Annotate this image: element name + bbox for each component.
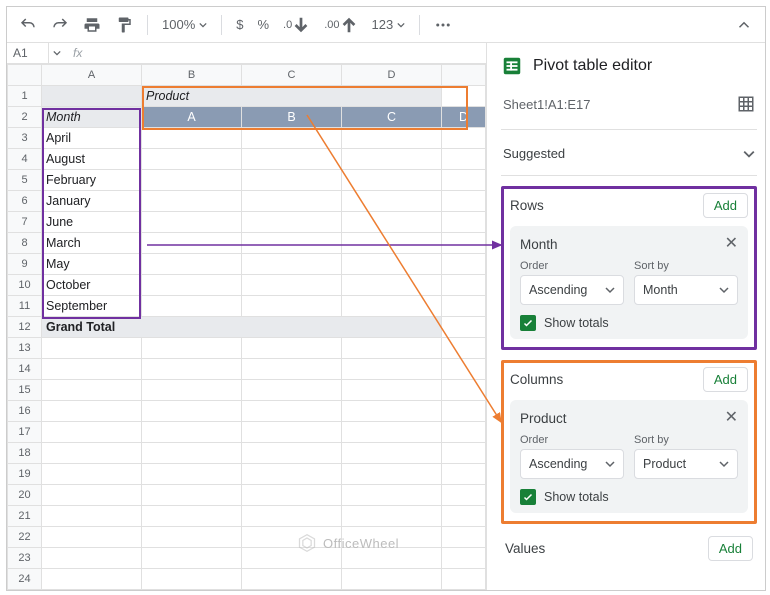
column-field-card: Product ✕ Order Ascending Sort by Produc…	[510, 400, 748, 513]
pivot-row: June	[42, 212, 142, 233]
order-label: Order	[520, 434, 624, 446]
spreadsheet-grid[interactable]: A B C D 1Product 2Month ABCD 3April 4Aug…	[7, 64, 486, 590]
pivot-row: May	[42, 254, 142, 275]
add-value-field-button[interactable]: Add	[708, 536, 753, 561]
suggested-section[interactable]: Suggested	[501, 140, 757, 171]
format-currency-button[interactable]: $	[232, 13, 247, 36]
rows-section: Rows Add Month ✕ Order Ascending S	[501, 186, 757, 350]
row-order-select[interactable]: Ascending	[520, 275, 624, 305]
print-button[interactable]	[79, 12, 105, 38]
more-toolbar-button[interactable]	[430, 12, 456, 38]
remove-column-field-button[interactable]: ✕	[725, 410, 738, 426]
chevron-down-icon	[743, 148, 755, 160]
col-header[interactable]: D	[342, 65, 442, 86]
sortby-label: Sort by	[634, 260, 738, 272]
pivot-row: February	[42, 170, 142, 191]
add-column-field-button[interactable]: Add	[703, 367, 748, 392]
format-percent-button[interactable]: %	[253, 13, 273, 36]
show-totals-label: Show totals	[544, 490, 609, 504]
undo-button[interactable]	[15, 12, 41, 38]
redo-button[interactable]	[47, 12, 73, 38]
col-header[interactable]: A	[42, 65, 142, 86]
watermark: OfficeWheel	[297, 533, 399, 553]
collapse-toolbar-button[interactable]	[731, 12, 757, 38]
values-label: Values	[505, 541, 545, 556]
row-field-card: Month ✕ Order Ascending Sort by Month	[510, 226, 748, 339]
show-totals-label: Show totals	[544, 316, 609, 330]
remove-row-field-button[interactable]: ✕	[725, 236, 738, 252]
pivot-row: March	[42, 233, 142, 254]
pivot-product-header: Product	[142, 86, 442, 107]
pivot-row: August	[42, 149, 142, 170]
formula-bar: A1 fx	[7, 43, 486, 64]
column-field-name: Product	[520, 411, 567, 426]
pivot-row: September	[42, 296, 142, 317]
row-show-totals-checkbox[interactable]	[520, 315, 536, 331]
columns-section: Columns Add Product ✕ Order Ascending	[501, 360, 757, 524]
toolbar: 100% $ % .0 .00 123	[7, 7, 765, 43]
name-box[interactable]: A1	[7, 43, 49, 63]
add-row-field-button[interactable]: Add	[703, 193, 748, 218]
pivot-row: April	[42, 128, 142, 149]
name-box-dropdown[interactable]	[49, 46, 65, 60]
col-header[interactable]: C	[242, 65, 342, 86]
pivot-month-header: Month	[42, 107, 142, 128]
pivot-row: January	[42, 191, 142, 212]
rows-label: Rows	[510, 198, 544, 213]
col-order-select[interactable]: Ascending	[520, 449, 624, 479]
order-label: Order	[520, 260, 624, 272]
zoom-select[interactable]: 100%	[158, 17, 211, 32]
increase-decimal-button[interactable]: .00	[320, 12, 361, 38]
col-sortby-select[interactable]: Product	[634, 449, 738, 479]
data-range[interactable]: Sheet1!A1:E17	[503, 97, 590, 112]
decrease-decimal-button[interactable]: .0	[279, 12, 314, 38]
columns-label: Columns	[510, 372, 563, 387]
fx-label: fx	[65, 46, 90, 60]
paint-format-button[interactable]	[111, 12, 137, 38]
sheets-icon	[501, 55, 523, 77]
row-sortby-select[interactable]: Month	[634, 275, 738, 305]
pivot-row: October	[42, 275, 142, 296]
row-field-name: Month	[520, 237, 558, 252]
panel-title: Pivot table editor	[501, 55, 757, 77]
select-range-icon[interactable]	[737, 95, 755, 113]
col-show-totals-checkbox[interactable]	[520, 489, 536, 505]
grand-total-row: Grand Total	[42, 317, 442, 338]
more-formats-button[interactable]: 123	[368, 17, 410, 32]
col-header[interactable]: B	[142, 65, 242, 86]
sortby-label: Sort by	[634, 434, 738, 446]
pivot-editor-panel: Pivot table editor Sheet1!A1:E17 Suggest…	[487, 43, 765, 590]
